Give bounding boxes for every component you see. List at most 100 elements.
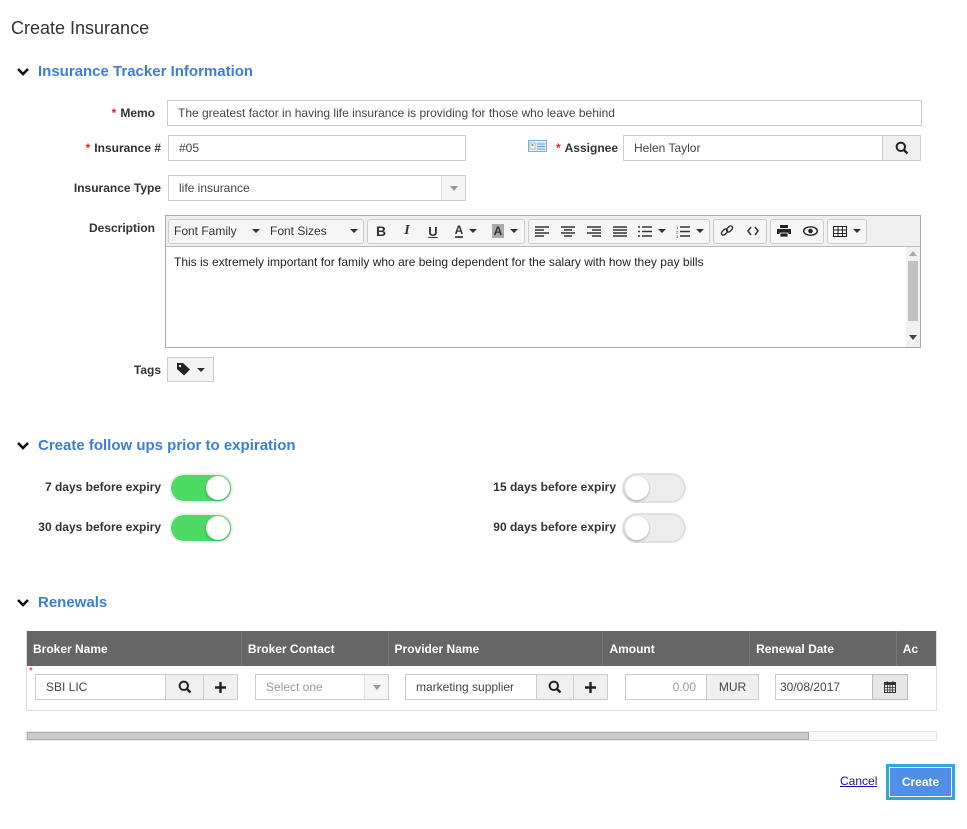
background-color-icon: A — [491, 224, 505, 238]
toggle-30-days[interactable] — [171, 515, 231, 541]
insurance-type-select[interactable]: life insurance — [168, 175, 466, 201]
description-text: This is extremely important for family w… — [174, 255, 704, 269]
italic-icon: I — [404, 223, 410, 238]
chevron-down-icon — [449, 185, 458, 191]
create-button-label: Create — [889, 767, 952, 797]
followup-label-90-days: 90 days before expiry — [493, 520, 616, 534]
numbered-list-button[interactable]: 123 — [671, 220, 709, 243]
underline-icon: U — [428, 223, 438, 239]
align-right-button[interactable] — [581, 220, 607, 243]
renewal-date-input[interactable]: 30/08/2017 — [775, 674, 873, 700]
section-renewals-header[interactable]: Renewals — [16, 594, 107, 611]
section-tracker-header[interactable]: Insurance Tracker Information — [16, 63, 253, 80]
print-icon — [777, 225, 791, 237]
source-code-button[interactable] — [740, 220, 766, 243]
section-followups-header[interactable]: Create follow ups prior to expiration — [16, 437, 296, 454]
svg-text:3: 3 — [676, 234, 679, 238]
search-icon — [895, 141, 908, 155]
horizontal-scrollbar-thumb[interactable] — [27, 732, 809, 740]
numbered-list-icon: 123 — [676, 225, 690, 238]
provider-name-value: marketing supplier — [416, 680, 515, 694]
search-icon — [178, 680, 191, 694]
background-color-button[interactable]: A — [486, 220, 524, 243]
broker-search-button[interactable] — [165, 674, 204, 700]
insurance-type-dropdown-toggle[interactable] — [441, 176, 465, 200]
insurance-type-value: life insurance — [179, 181, 250, 195]
print-button[interactable] — [771, 220, 797, 243]
provider-add-button[interactable] — [573, 674, 608, 700]
font-family-dropdown[interactable]: Font Family — [169, 220, 265, 243]
description-editor: Font Family Font Sizes B I U A A 123 Thi… — [165, 215, 921, 348]
justify-button[interactable] — [607, 220, 633, 243]
amount-placeholder: 0.00 — [672, 680, 696, 694]
amount-input[interactable]: 0.00 — [625, 674, 707, 700]
followup-label-30-days: 30 days before expiry — [38, 520, 161, 534]
section-followups-title: Create follow ups prior to expiration — [38, 437, 296, 454]
description-content[interactable]: This is extremely important for family w… — [166, 247, 920, 347]
tag-icon — [176, 363, 190, 376]
font-sizes-dropdown[interactable]: Font Sizes — [265, 220, 363, 243]
align-center-button[interactable] — [555, 220, 581, 243]
calendar-button[interactable] — [872, 674, 908, 700]
column-broker-name: Broker Name — [27, 631, 242, 666]
contact-card-icon[interactable] — [528, 140, 547, 152]
assignee-input[interactable]: Helen Taylor — [623, 135, 883, 161]
bold-button[interactable]: B — [368, 220, 394, 243]
section-tracker-title: Insurance Tracker Information — [38, 63, 254, 80]
followup-label-15-days: 15 days before expiry — [493, 480, 616, 494]
column-provider-name: Provider Name — [389, 631, 604, 666]
tags-label: Tags — [133, 363, 161, 377]
broker-add-button[interactable] — [203, 674, 238, 700]
bullet-list-button[interactable] — [633, 220, 671, 243]
column-actions: Ac — [902, 641, 919, 656]
scroll-down-icon[interactable] — [909, 335, 917, 340]
insurance-number-value: #05 — [179, 141, 200, 155]
plus-icon — [215, 681, 226, 693]
tags-dropdown-button[interactable] — [167, 357, 214, 382]
renewals-table-header: Broker Name Broker Contact Provider Name… — [27, 631, 936, 666]
renewal-date-value: 30/08/2017 — [780, 680, 841, 694]
align-right-icon — [587, 225, 601, 237]
table-button[interactable] — [828, 220, 866, 243]
chevron-down-icon — [17, 67, 29, 76]
memo-input[interactable]: The greatest factor in having life insur… — [167, 100, 922, 126]
toggle-7-days[interactable] — [171, 475, 231, 501]
toggle-knob — [206, 476, 230, 500]
assignee-search-button[interactable] — [882, 135, 921, 161]
caret-icon — [658, 229, 666, 233]
assignee-label: * Assignee — [555, 141, 618, 155]
code-icon — [747, 226, 759, 236]
provider-search-button[interactable] — [536, 674, 574, 700]
broker-contact-dropdown-toggle[interactable] — [364, 675, 388, 699]
insurance-number-input[interactable]: #05 — [168, 135, 466, 161]
text-color-icon: A — [454, 223, 464, 238]
cancel-link[interactable]: Cancel — [840, 774, 877, 788]
toggle-90-days[interactable] — [624, 515, 684, 541]
justify-icon — [613, 225, 627, 237]
eye-icon — [802, 226, 818, 236]
caret-icon — [196, 367, 205, 372]
create-button[interactable]: Create — [886, 764, 955, 800]
align-left-button[interactable] — [529, 220, 555, 243]
toggle-knob — [206, 516, 230, 540]
caret-icon — [853, 229, 861, 233]
plus-icon — [585, 681, 596, 693]
scrollbar-thumb[interactable] — [908, 261, 918, 321]
renewals-horizontal-scrollbar[interactable] — [26, 731, 937, 741]
preview-button[interactable] — [797, 220, 823, 243]
broker-contact-select[interactable]: Select one — [255, 674, 389, 700]
broker-name-input[interactable]: SBI LIC — [35, 674, 166, 700]
editor-toolbar: Font Family Font Sizes B I U A A 123 — [166, 216, 920, 247]
italic-button[interactable]: I — [394, 220, 420, 243]
scroll-up-icon[interactable] — [909, 251, 917, 256]
description-scrollbar[interactable] — [906, 247, 920, 347]
assignee-value: Helen Taylor — [634, 141, 701, 155]
insert-link-button[interactable] — [714, 220, 740, 243]
underline-button[interactable]: U — [420, 220, 446, 243]
bullet-list-icon — [638, 225, 652, 237]
toggle-15-days[interactable] — [624, 475, 684, 501]
provider-name-input[interactable]: marketing supplier — [405, 674, 537, 700]
column-amount: Amount — [603, 631, 751, 666]
chevron-down-icon — [17, 598, 29, 607]
text-color-button[interactable]: A — [446, 220, 486, 243]
